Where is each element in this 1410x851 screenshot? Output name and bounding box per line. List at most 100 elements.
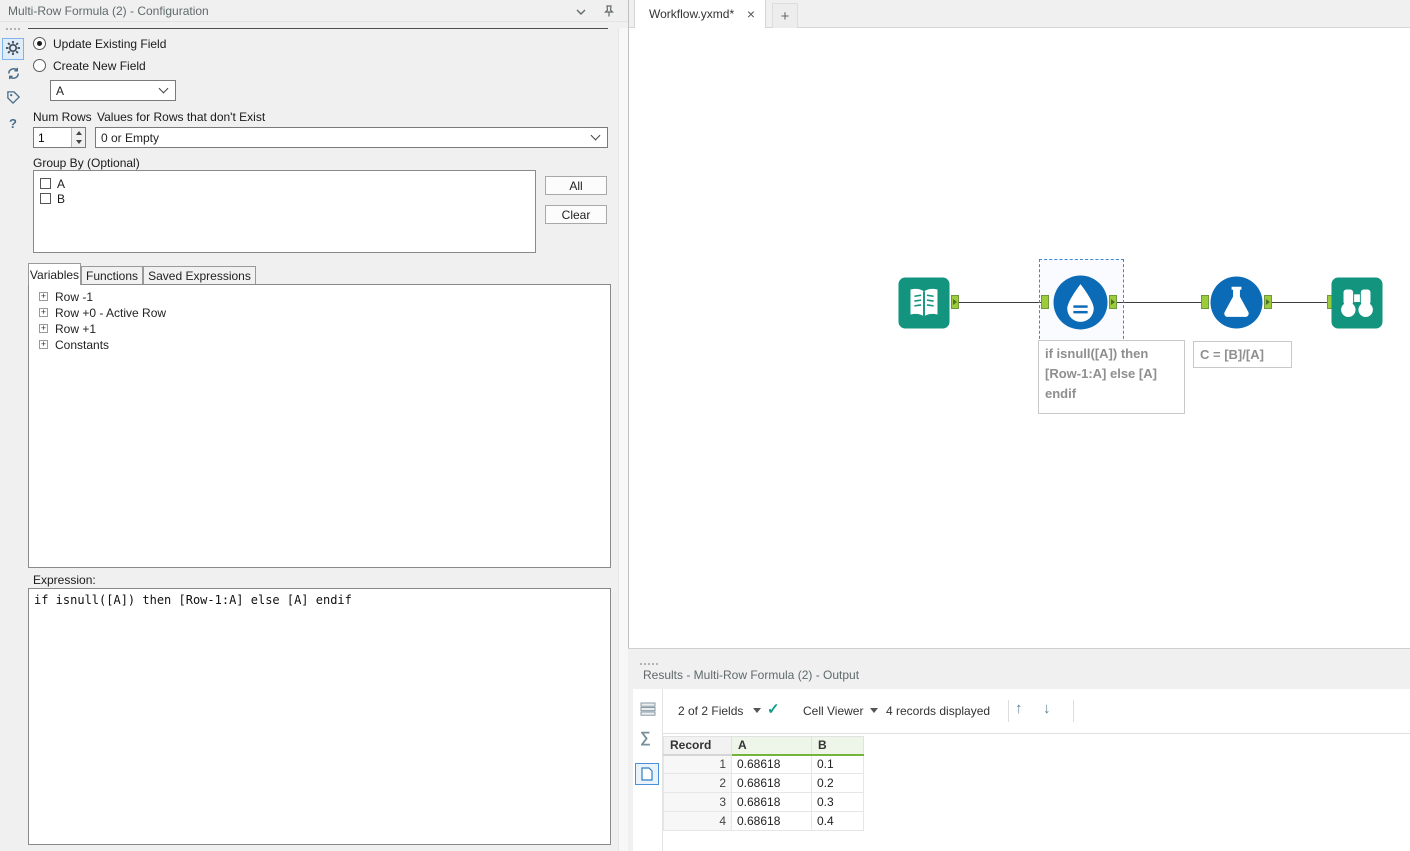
formula-annotation[interactable]: C = [B]/[A]	[1193, 341, 1292, 368]
multirow-input-anchor[interactable]	[1041, 295, 1049, 309]
connection-formula-to-browse	[1272, 302, 1327, 303]
tool-multi-row-formula[interactable]	[1053, 275, 1108, 330]
formula-output-anchor[interactable]	[1264, 295, 1272, 309]
tree-item-row-minus-1[interactable]: + Row -1	[29, 290, 610, 306]
spin-up-button[interactable]	[72, 128, 85, 138]
tree-item-constants[interactable]: + Constants	[29, 338, 610, 354]
group-by-listbox[interactable]: A B	[33, 170, 536, 253]
expression-label: Expression:	[33, 573, 96, 587]
chevron-down-icon	[158, 83, 169, 94]
record-number-cell[interactable]: 4	[663, 811, 732, 831]
tab-variables[interactable]: Variables	[28, 263, 81, 285]
num-rows-input[interactable]	[34, 128, 71, 147]
clear-button[interactable]: Clear	[545, 205, 607, 224]
tree-item-row-0-active[interactable]: + Row +0 - Active Row	[29, 306, 610, 322]
input-data-output-anchor[interactable]	[951, 295, 959, 309]
chevron-down-icon[interactable]	[870, 708, 878, 713]
pin-icon[interactable]	[602, 4, 616, 21]
cell-b[interactable]: 0.3	[811, 792, 864, 812]
cell-a[interactable]: 0.68618	[731, 754, 812, 774]
help-tab-button[interactable]: ?	[2, 112, 24, 134]
column-header-b[interactable]: B	[811, 736, 864, 756]
expander-plus-icon[interactable]: +	[39, 308, 48, 317]
spin-down-icon	[75, 140, 82, 145]
group-by-checkbox-b[interactable]	[40, 193, 51, 204]
new-workflow-tab-button[interactable]: +	[772, 3, 798, 28]
fields-selector[interactable]: 2 of 2 Fields	[678, 704, 743, 718]
config-separator	[28, 28, 608, 29]
cell-b[interactable]: 0.1	[811, 754, 864, 774]
cell-viewer-button[interactable]: Cell Viewer	[803, 704, 863, 718]
num-rows-stepper	[33, 127, 86, 148]
cell-b[interactable]: 0.4	[811, 811, 864, 831]
tree-item-label: Constants	[55, 338, 110, 352]
values-for-rows-label: Values for Rows that don't Exist	[97, 110, 266, 124]
create-new-field-radio[interactable]	[33, 59, 46, 72]
group-by-checkbox-a[interactable]	[40, 178, 51, 189]
browse-icon	[1331, 277, 1383, 329]
arrow-down-icon[interactable]: ↓	[1043, 700, 1051, 717]
arrow-up-icon[interactable]: ↑	[1015, 700, 1023, 717]
workflow-tab[interactable]: Workflow.yxmd* ×	[634, 0, 766, 28]
formula-input-anchor[interactable]	[1201, 295, 1209, 309]
results-table: Record A B 1 0.68618 0.1 2 0.68618 0.2 3	[663, 736, 864, 831]
collapse-chevron-icon[interactable]	[574, 5, 588, 22]
variables-tree[interactable]: + Row -1 + Row +0 - Active Row + Row +1 …	[28, 284, 611, 568]
results-table-view-button[interactable]	[639, 701, 657, 720]
table-row: 3 0.68618 0.3	[663, 792, 864, 812]
multirow-annotation[interactable]: if isnull([A]) then [Row-1:A] else [A] e…	[1038, 340, 1185, 414]
results-panel-title: Results - Multi-Row Formula (2) - Output	[643, 668, 860, 682]
tab-functions[interactable]: Functions	[81, 266, 143, 285]
update-existing-field-label: Update Existing Field	[53, 37, 167, 51]
annotation-tab-button[interactable]	[2, 88, 24, 110]
all-button[interactable]: All	[545, 176, 607, 195]
configuration-tab-button[interactable]	[2, 38, 24, 60]
stacked-rows-icon	[640, 702, 656, 716]
chevron-down-icon	[590, 130, 601, 141]
column-header-a[interactable]: A	[731, 736, 812, 756]
table-row: 1 0.68618 0.1	[663, 754, 864, 774]
results-output-view-button[interactable]	[635, 763, 659, 785]
table-row: 4 0.68618 0.4	[663, 811, 864, 831]
tool-formula[interactable]	[1210, 276, 1263, 329]
input-data-icon	[898, 277, 950, 329]
record-number-cell[interactable]: 3	[663, 792, 732, 812]
refresh-tab-button[interactable]	[2, 64, 24, 86]
values-for-rows-select[interactable]: 0 or Empty	[95, 127, 608, 148]
tool-input-data[interactable]	[898, 277, 950, 329]
tree-item-label: Row +1	[55, 322, 97, 336]
cell-b[interactable]: 0.2	[811, 773, 864, 793]
expander-plus-icon[interactable]: +	[39, 340, 48, 349]
apply-check-icon[interactable]: ✓	[767, 700, 780, 718]
config-scrollbar[interactable]	[618, 28, 628, 851]
column-header-record[interactable]: Record	[663, 736, 732, 756]
field-select[interactable]: A	[50, 80, 176, 101]
connection-input-to-multirow	[959, 302, 1041, 303]
results-panel: Results - Multi-Row Formula (2) - Output…	[628, 648, 1410, 851]
close-icon[interactable]: ×	[745, 6, 757, 22]
results-summary-button[interactable]: ∑	[640, 729, 651, 746]
tab-saved-expressions-label: Saved Expressions	[148, 269, 251, 283]
cell-a[interactable]: 0.68618	[731, 773, 812, 793]
toolbar-separator	[1073, 700, 1074, 722]
cell-a[interactable]: 0.68618	[731, 811, 812, 831]
update-existing-field-radio[interactable]	[33, 37, 46, 50]
record-number-cell[interactable]: 2	[663, 773, 732, 793]
expander-plus-icon[interactable]: +	[39, 292, 48, 301]
spin-down-button[interactable]	[72, 137, 85, 147]
tag-icon	[6, 90, 21, 108]
strip-grip-handle[interactable]	[6, 28, 20, 30]
expression-editor[interactable]: if isnull([A]) then [Row-1:A] else [A] e…	[28, 588, 611, 845]
expander-plus-icon[interactable]: +	[39, 324, 48, 333]
tool-browse[interactable]	[1331, 277, 1383, 329]
page-icon	[641, 767, 653, 781]
workflow-canvas[interactable]: if isnull([A]) then [Row-1:A] else [A] e…	[629, 28, 1410, 650]
tree-item-row-plus-1[interactable]: + Row +1	[29, 322, 610, 338]
cell-a[interactable]: 0.68618	[731, 792, 812, 812]
record-number-cell[interactable]: 1	[663, 754, 732, 774]
multirow-output-anchor[interactable]	[1109, 295, 1117, 309]
create-new-field-label: Create New Field	[53, 59, 146, 73]
tab-saved-expressions[interactable]: Saved Expressions	[143, 266, 256, 285]
chevron-down-icon[interactable]	[753, 708, 761, 713]
values-for-rows-value: 0 or Empty	[101, 130, 160, 145]
